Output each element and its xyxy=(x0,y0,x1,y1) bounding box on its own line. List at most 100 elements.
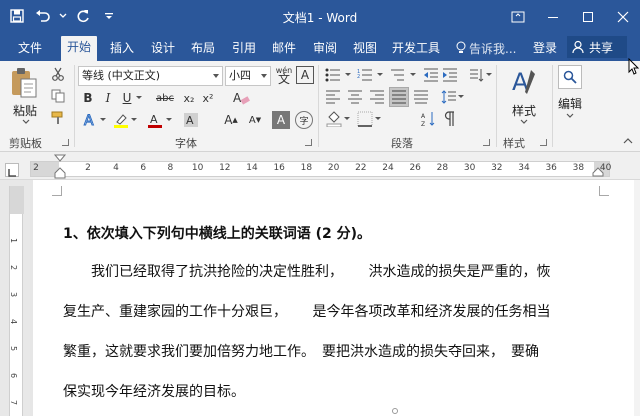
sort-button[interactable]: AZ xyxy=(420,110,438,128)
highlight-button[interactable] xyxy=(111,111,131,129)
resize-handle[interactable] xyxy=(392,408,398,414)
vertical-ruler-number: 6 xyxy=(9,372,19,379)
tell-me-search[interactable]: 告诉我... xyxy=(456,38,516,58)
shading-button[interactable] xyxy=(324,110,344,128)
underline-dropdown[interactable] xyxy=(135,89,143,107)
text-effects-button[interactable]: A xyxy=(80,111,100,129)
text-effects-dropdown[interactable] xyxy=(99,111,107,129)
bold-button[interactable]: B xyxy=(80,89,96,107)
font-color-dropdown[interactable] xyxy=(165,111,173,129)
font-launcher[interactable] xyxy=(305,139,312,146)
font-size-combo[interactable]: 小四 xyxy=(225,66,271,86)
tab-references[interactable]: 引用 xyxy=(232,39,256,57)
clipboard-group-label: 剪贴板 xyxy=(9,137,42,150)
tab-view[interactable]: 视图 xyxy=(353,39,377,57)
bullets-button[interactable] xyxy=(324,66,354,84)
tab-home[interactable]: 开始 xyxy=(61,36,98,61)
styles-dropdown[interactable] xyxy=(520,118,528,126)
vertical-ruler-bar[interactable]: 1 2 3 4 5 6 7 xyxy=(9,186,24,416)
ruler-number: 28 xyxy=(436,163,449,173)
first-line-indent-marker[interactable] xyxy=(54,154,66,164)
clear-formatting-button[interactable]: A xyxy=(230,89,252,107)
paragraph-launcher[interactable] xyxy=(483,139,490,146)
right-indent-marker[interactable] xyxy=(592,167,604,177)
multilevel-list-button[interactable] xyxy=(389,66,419,84)
svg-text:A: A xyxy=(233,91,242,105)
close-button[interactable] xyxy=(605,0,640,34)
copy-button[interactable] xyxy=(48,87,68,105)
chinese-layout-button[interactable] xyxy=(468,66,486,84)
body-line-2[interactable]: 复生产、重建家园的工作十分艰巨， 是今年各项改革和经济发展的任务相当 xyxy=(63,300,603,324)
cut-button[interactable] xyxy=(48,65,68,83)
char-border-button[interactable]: A xyxy=(296,66,314,84)
ruler-number: 4 xyxy=(113,163,119,173)
vertical-scrollbar[interactable] xyxy=(634,180,640,416)
align-center-icon xyxy=(348,90,362,104)
tab-review[interactable]: 审阅 xyxy=(313,39,337,57)
clipboard-launcher[interactable] xyxy=(62,139,69,146)
increase-indent-button[interactable] xyxy=(441,66,459,84)
styles-launcher[interactable] xyxy=(540,139,547,146)
borders-dropdown[interactable] xyxy=(374,110,382,128)
tab-file[interactable]: 文件 xyxy=(18,39,42,57)
ruler-number: 34 xyxy=(518,163,530,173)
chinese-layout-icon xyxy=(470,69,484,82)
minimize-button[interactable] xyxy=(535,0,570,34)
superscript-button[interactable]: x² xyxy=(200,89,216,107)
tab-insert[interactable]: 插入 xyxy=(110,39,134,57)
editing-dropdown[interactable] xyxy=(566,112,574,120)
strikethrough-button[interactable]: abc xyxy=(154,89,176,107)
italic-button[interactable]: I xyxy=(100,89,116,107)
decrease-indent-icon xyxy=(424,68,438,82)
font-name-combo[interactable]: 等线 (中文正文) xyxy=(78,66,223,86)
ruler-number: 18 xyxy=(300,163,313,173)
distributed-button[interactable] xyxy=(412,88,430,106)
body-line-4[interactable]: 保实现今年经济发展的目标。 xyxy=(63,380,603,404)
char-shading-button[interactable]: A xyxy=(181,111,201,129)
highlight-dropdown[interactable] xyxy=(130,111,138,129)
paste-dropdown-button[interactable] xyxy=(22,118,30,126)
maximize-button[interactable] xyxy=(570,0,605,34)
line-spacing-button[interactable] xyxy=(440,88,458,106)
hanging-indent-marker[interactable] xyxy=(54,167,66,179)
show-marks-button[interactable] xyxy=(441,110,459,128)
decrease-indent-button[interactable] xyxy=(422,66,440,84)
shrink-font-button[interactable]: A ▼ xyxy=(246,111,264,129)
shading-dropdown[interactable] xyxy=(343,110,351,128)
chevron-down-icon xyxy=(213,74,219,78)
tab-developer[interactable]: 开发工具 xyxy=(392,39,440,57)
tab-design[interactable]: 设计 xyxy=(151,39,175,57)
subscript-button[interactable]: x₂ xyxy=(181,89,197,107)
paste-button[interactable] xyxy=(6,65,42,101)
align-left-button[interactable] xyxy=(324,88,342,106)
justify-button[interactable] xyxy=(389,87,409,107)
body-line-1[interactable]: 我们已经取得了抗洪抢险的决定性胜利， 洪水造成的损失是严重的，恢 xyxy=(63,260,603,284)
align-right-button[interactable] xyxy=(368,88,386,106)
chinese-layout-dropdown[interactable] xyxy=(485,66,493,84)
tab-layout[interactable]: 布局 xyxy=(191,39,215,57)
borders-button[interactable] xyxy=(355,110,375,128)
grow-font-button[interactable]: A ▲ xyxy=(222,111,240,129)
tab-mailings[interactable]: 邮件 xyxy=(272,39,296,57)
align-center-button[interactable] xyxy=(346,88,364,106)
char-highlight-button[interactable]: A xyxy=(272,111,290,129)
font-color-button[interactable]: A xyxy=(145,111,165,129)
login-button[interactable]: 登录 xyxy=(533,39,557,56)
enclose-char-button[interactable]: 字 xyxy=(295,111,313,129)
ribbon-display-options-button[interactable] xyxy=(500,0,535,34)
format-painter-button[interactable] xyxy=(48,109,68,127)
phonetic-guide-button[interactable]: wén 文 xyxy=(273,64,295,86)
tab-selector[interactable] xyxy=(5,163,19,177)
collapse-ribbon-button[interactable] xyxy=(622,135,634,147)
question-heading[interactable]: 1、依次填入下列句中横线上的关联词语 (2 分)。 xyxy=(63,222,603,246)
editing-button[interactable] xyxy=(558,65,582,89)
ruler-bar[interactable]: 2 2 4 6 8 10 12 14 16 18 20 22 24 26 28 30 32 34 36 38 40 xyxy=(30,161,611,177)
line-spacing-dropdown[interactable] xyxy=(457,88,465,106)
underline-button[interactable]: U xyxy=(119,89,135,107)
share-button[interactable]: 共享 xyxy=(567,36,627,58)
maximize-icon xyxy=(582,12,593,22)
styles-button[interactable]: A xyxy=(506,65,542,99)
numbering-button[interactable]: 12 xyxy=(356,66,386,84)
ruler-number: 14 xyxy=(246,163,258,173)
body-line-3[interactable]: 繁重，这就要求我们要加倍努力地工作。 要把洪水造成的损失夺回来， 要确 xyxy=(63,340,603,364)
